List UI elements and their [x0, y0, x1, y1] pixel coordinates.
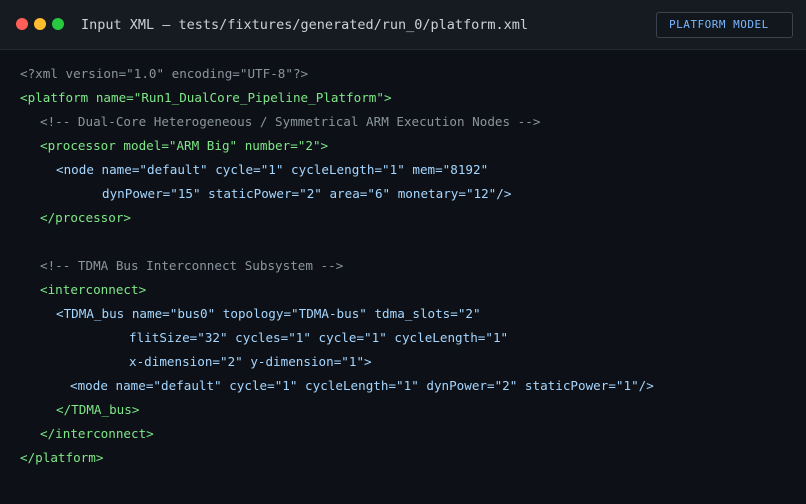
code-line: <mode name="default" cycle="1" cycleLeng…	[70, 378, 654, 393]
code-line: </interconnect>	[40, 426, 154, 441]
minimize-window-button[interactable]	[34, 18, 46, 30]
code-viewer-window: Input XML — tests/fixtures/generated/run…	[0, 0, 806, 504]
code-line: <!-- TDMA Bus Interconnect Subsystem -->	[40, 258, 344, 273]
code-line: <node name="default" cycle="1" cycleLeng…	[56, 162, 489, 177]
maximize-window-button[interactable]	[52, 18, 64, 30]
title-bar: Input XML — tests/fixtures/generated/run…	[0, 0, 806, 50]
close-window-button[interactable]	[16, 18, 28, 30]
code-line: </processor>	[40, 210, 131, 225]
window-title: Input XML — tests/fixtures/generated/run…	[81, 17, 529, 33]
code-line: <!-- Dual-Core Heterogeneous / Symmetric…	[40, 114, 541, 129]
code-line: flitSize="32" cycles="1" cycle="1" cycle…	[129, 330, 509, 345]
code-line: <platform name="Run1_DualCore_Pipeline_P…	[20, 90, 392, 105]
code-line: </TDMA_bus>	[56, 402, 140, 417]
code-line: </platform>	[20, 450, 104, 465]
platform-model-badge[interactable]: PLATFORM MODEL	[656, 12, 793, 38]
code-line: <?xml version="1.0" encoding="UTF-8"?>	[20, 66, 309, 81]
code-line: <processor model="ARM Big" number="2">	[40, 138, 329, 153]
code-line: dynPower="15" staticPower="2" area="6" m…	[102, 186, 512, 201]
code-line: x-dimension="2" y-dimension="1">	[129, 354, 372, 369]
code-line: <interconnect>	[40, 282, 147, 297]
code-line: <TDMA_bus name="bus0" topology="TDMA-bus…	[56, 306, 481, 321]
